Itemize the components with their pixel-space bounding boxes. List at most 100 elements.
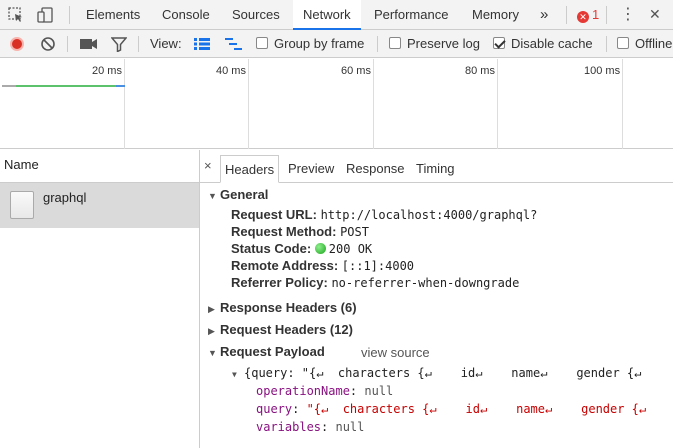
screenshot-camera-icon[interactable] <box>80 38 98 50</box>
tick-label: 80 ms <box>465 65 495 77</box>
tab-network[interactable]: Network <box>293 0 361 30</box>
checkbox-label: Preserve log <box>407 36 480 51</box>
tick-label: 60 ms <box>341 65 371 77</box>
checkbox-label: Disable cache <box>511 36 593 51</box>
header-key: Request URL: <box>231 207 317 222</box>
triangle-down-icon: ▼ <box>232 370 237 379</box>
payload-summary-text: {query: "{↵ characters {↵ id↵ name↵ gend… <box>244 366 642 380</box>
header-value: 200 OK <box>328 242 373 256</box>
request-payload-section-header[interactable]: ▼ Request Payload <box>208 344 325 359</box>
waterfall-icon[interactable] <box>225 38 243 50</box>
tab-headers[interactable]: Headers <box>220 155 280 183</box>
filter-icon[interactable] <box>111 37 127 52</box>
tab-console[interactable]: Console <box>162 0 210 29</box>
payload-key: variables <box>256 420 322 434</box>
checkbox-label: Offline <box>635 36 673 51</box>
header-value: POST <box>340 225 369 239</box>
tab-sources[interactable]: Sources <box>232 0 280 29</box>
section-title: Request Payload <box>220 344 325 359</box>
section-title: Response Headers (6) <box>220 300 357 315</box>
grid-line <box>248 59 249 149</box>
timeline-overview[interactable]: 20 ms 40 ms 60 ms 80 ms 100 ms <box>0 59 673 149</box>
triangle-right-icon: ▶ <box>208 326 215 336</box>
payload-value: null <box>364 384 394 398</box>
status-ok-icon <box>314 243 326 254</box>
checkbox-checked-icon <box>493 37 505 49</box>
header-key: Referrer Policy: <box>231 275 328 290</box>
header-value: [::1]:4000 <box>341 259 415 273</box>
kebab-menu-icon[interactable]: ⋮ <box>620 0 636 29</box>
request-list: Name graphql <box>0 150 200 448</box>
payload-object-summary[interactable]: ▼ {query: "{↵ characters {↵ id↵ name↵ gen… <box>232 366 673 380</box>
details-tabbar: × Headers Preview Response Timing <box>200 150 673 183</box>
tick-label: 20 ms <box>92 65 122 77</box>
error-counter[interactable]: ✕ 1 <box>577 0 599 29</box>
checkbox-icon <box>617 37 629 49</box>
clear-icon[interactable] <box>40 36 56 52</box>
checkbox-label: Group by frame <box>274 36 365 51</box>
section-title: Request Headers (12) <box>220 322 353 337</box>
tab-memory[interactable]: Memory <box>472 0 519 29</box>
grid-line <box>497 59 498 149</box>
request-details-panel: × Headers Preview Response Timing ▼ Gener… <box>200 150 673 448</box>
name-column-header[interactable]: Name <box>0 150 199 183</box>
request-bar-ttfb <box>16 85 124 87</box>
tab-performance[interactable]: Performance <box>374 0 448 29</box>
section-title: General <box>220 187 269 202</box>
divider <box>138 36 139 52</box>
triangle-down-icon: ▼ <box>208 191 217 201</box>
checkbox-icon <box>256 37 268 49</box>
grid-line <box>124 59 125 149</box>
tab-timing[interactable]: Timing <box>416 150 455 183</box>
tab-preview[interactable]: Preview <box>288 150 334 183</box>
payload-value: "{↵ characters {↵ id↵ name↵ gender {↵ <box>306 402 647 416</box>
request-url-row: Request URL: http://localhost:4000/graph… <box>231 207 537 222</box>
tab-elements[interactable]: Elements <box>86 0 140 29</box>
remote-address-row: Remote Address: [::1]:4000 <box>231 258 414 273</box>
preserve-log-checkbox[interactable]: Preserve log <box>389 30 480 58</box>
grid-line <box>373 59 374 149</box>
payload-value: null <box>335 420 365 434</box>
request-method-row: Request Method: POST <box>231 224 369 239</box>
large-rows-icon[interactable] <box>194 38 210 50</box>
offline-checkbox[interactable]: Offline <box>617 30 673 58</box>
group-by-frame-checkbox[interactable]: Group by frame <box>256 30 364 58</box>
request-bar-waiting <box>2 85 16 87</box>
header-value: no-referrer-when-downgrade <box>331 276 520 290</box>
header-key: Request Method: <box>231 224 337 239</box>
record-button[interactable] <box>10 37 24 51</box>
request-bar-download <box>116 85 125 87</box>
error-icon: ✕ <box>577 11 589 23</box>
request-headers-section-header[interactable]: ▶ Request Headers (12) <box>208 322 353 337</box>
payload-query: query: "{↵ characters {↵ id↵ name↵ gende… <box>256 402 647 416</box>
view-source-link[interactable]: view source <box>361 345 430 360</box>
inspect-element-icon[interactable] <box>8 7 24 23</box>
general-section-header[interactable]: ▼ General <box>208 187 268 202</box>
close-details-icon[interactable]: × <box>204 158 212 173</box>
request-row-graphql[interactable]: graphql <box>0 183 199 228</box>
header-key: Status Code: <box>231 241 312 256</box>
tab-response[interactable]: Response <box>346 150 405 183</box>
divider <box>67 36 68 52</box>
payload-operation-name: operationName: null <box>256 384 394 398</box>
error-count: 1 <box>592 7 600 22</box>
view-label: View: <box>150 36 182 51</box>
request-name: graphql <box>43 190 87 205</box>
header-value: http://localhost:4000/graphql? <box>320 208 538 222</box>
status-code-row: Status Code: 200 OK <box>231 241 372 256</box>
header-key: Remote Address: <box>231 258 339 273</box>
more-tabs-button[interactable]: » <box>540 0 548 29</box>
divider <box>606 36 607 52</box>
triangle-down-icon: ▼ <box>208 348 217 358</box>
divider <box>69 6 70 24</box>
response-headers-section-header[interactable]: ▶ Response Headers (6) <box>208 300 357 315</box>
document-file-icon <box>10 191 34 219</box>
disable-cache-checkbox[interactable]: Disable cache <box>493 30 593 58</box>
close-devtools-icon[interactable]: ✕ <box>649 0 661 29</box>
checkbox-icon <box>389 37 401 49</box>
payload-key: query <box>256 402 293 416</box>
tick-label: 40 ms <box>216 65 246 77</box>
divider <box>606 6 607 24</box>
device-toolbar-icon[interactable] <box>37 7 55 23</box>
referrer-policy-row: Referrer Policy: no-referrer-when-downgr… <box>231 275 519 290</box>
